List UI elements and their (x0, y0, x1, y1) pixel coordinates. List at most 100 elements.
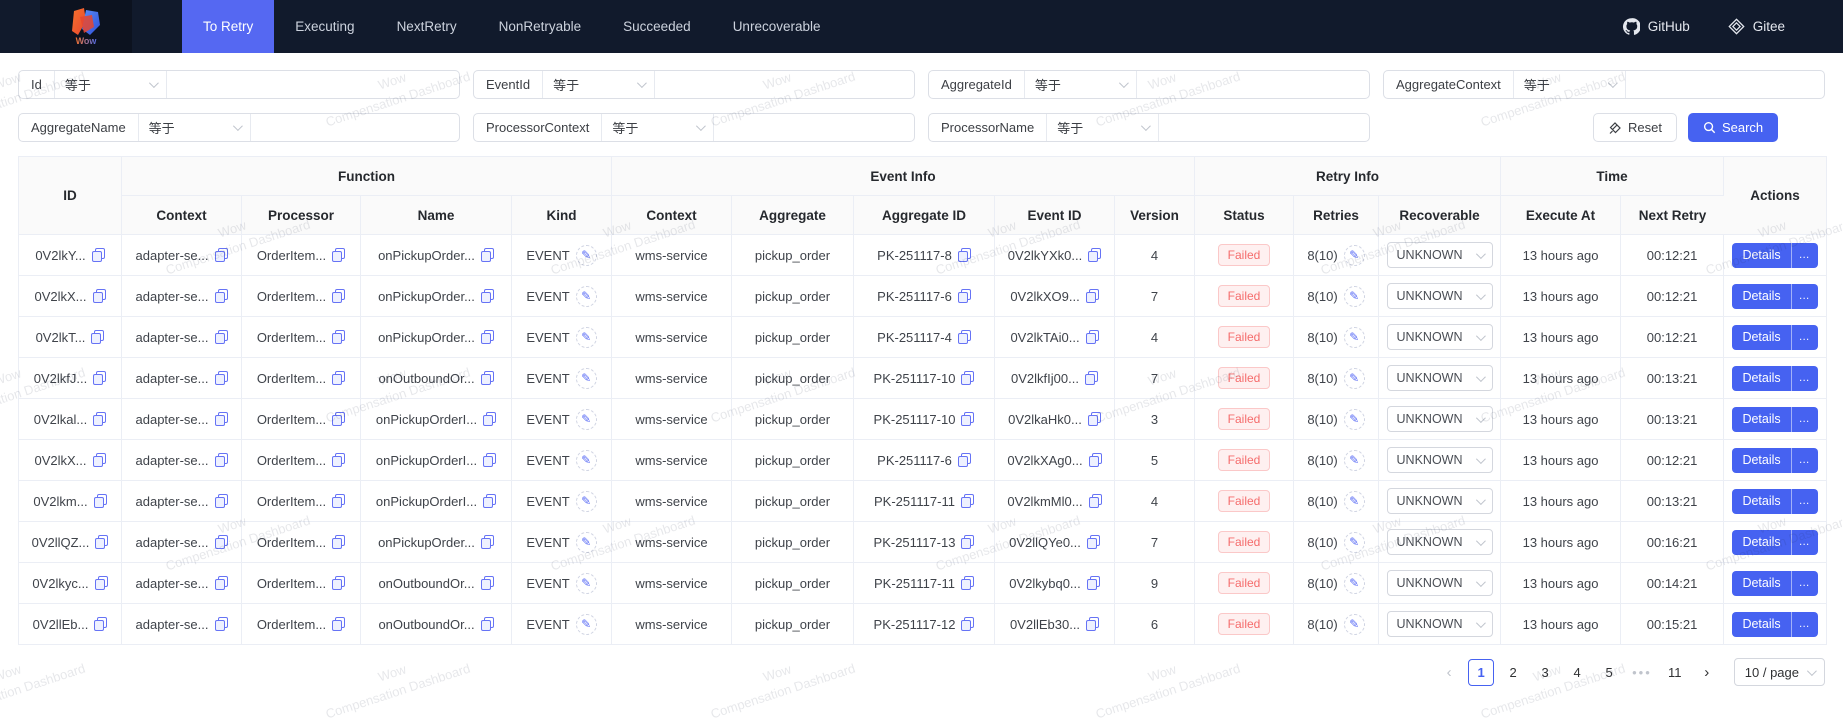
edit-pencil-icon[interactable]: ✎ (575, 449, 597, 471)
details-button[interactable]: Details (1732, 529, 1791, 555)
recoverable-select[interactable]: UNKNOWN (1386, 283, 1493, 309)
pagination-prev[interactable]: ‹ (1436, 659, 1462, 686)
reset-button[interactable]: Reset (1593, 113, 1677, 142)
copy-icon[interactable] (1084, 371, 1098, 385)
copy-icon[interactable] (480, 576, 494, 590)
edit-pencil-icon[interactable]: ✎ (1343, 572, 1365, 594)
copy-icon[interactable] (332, 371, 346, 385)
details-more-button[interactable]: … (1790, 529, 1818, 555)
copy-icon[interactable] (95, 535, 109, 549)
edit-pencil-icon[interactable]: ✎ (575, 572, 597, 594)
copy-icon[interactable] (480, 289, 494, 303)
copy-icon[interactable] (480, 617, 494, 631)
copy-icon[interactable] (214, 289, 228, 303)
filter-value-input[interactable] (714, 114, 914, 141)
copy-icon[interactable] (483, 494, 497, 508)
copy-icon[interactable] (332, 248, 346, 262)
copy-icon[interactable] (480, 535, 494, 549)
copy-icon[interactable] (961, 617, 975, 631)
copy-icon[interactable] (961, 535, 975, 549)
page-5[interactable]: 5 (1596, 659, 1622, 686)
page-2[interactable]: 2 (1500, 659, 1526, 686)
filter-value-input[interactable] (1159, 114, 1369, 141)
edit-pencil-icon[interactable]: ✎ (1343, 449, 1365, 471)
details-more-button[interactable]: … (1790, 447, 1818, 473)
copy-icon[interactable] (1086, 576, 1100, 590)
recoverable-select[interactable]: UNKNOWN (1386, 242, 1493, 268)
edit-pencil-icon[interactable]: ✎ (575, 367, 597, 389)
edit-pencil-icon[interactable]: ✎ (1343, 408, 1365, 430)
copy-icon[interactable] (1086, 617, 1100, 631)
details-more-button[interactable]: … (1790, 570, 1818, 596)
filter-operator-select[interactable]: 等于 (139, 114, 251, 141)
filter-operator-select[interactable]: 等于 (602, 114, 715, 141)
copy-icon[interactable] (93, 412, 107, 426)
filter-operator-select[interactable]: 等于 (55, 71, 167, 98)
edit-pencil-icon[interactable]: ✎ (1343, 326, 1365, 348)
recoverable-select[interactable]: UNKNOWN (1386, 570, 1493, 596)
search-button[interactable]: Search (1687, 113, 1779, 142)
details-button[interactable]: Details (1732, 488, 1791, 514)
details-more-button[interactable]: … (1790, 324, 1818, 350)
copy-icon[interactable] (214, 576, 228, 590)
page-1[interactable]: 1 (1468, 658, 1495, 686)
filter-value-input[interactable] (655, 71, 914, 98)
nav-tab[interactable]: Executing (274, 0, 375, 53)
copy-icon[interactable] (214, 453, 228, 467)
copy-icon[interactable] (960, 494, 974, 508)
copy-icon[interactable] (1088, 494, 1102, 508)
copy-icon[interactable] (480, 248, 494, 262)
copy-icon[interactable] (960, 576, 974, 590)
copy-icon[interactable] (480, 371, 494, 385)
copy-icon[interactable] (1088, 248, 1102, 262)
copy-icon[interactable] (961, 412, 975, 426)
copy-icon[interactable] (332, 535, 346, 549)
recoverable-select[interactable]: UNKNOWN (1386, 406, 1493, 432)
copy-icon[interactable] (961, 371, 975, 385)
copy-icon[interactable] (214, 535, 228, 549)
nav-tab[interactable]: NonRetryable (478, 0, 603, 53)
copy-icon[interactable] (214, 371, 228, 385)
copy-icon[interactable] (93, 371, 107, 385)
copy-icon[interactable] (957, 248, 971, 262)
page-3[interactable]: 3 (1532, 659, 1558, 686)
details-more-button[interactable]: … (1790, 488, 1818, 514)
edit-pencil-icon[interactable]: ✎ (1343, 490, 1365, 512)
copy-icon[interactable] (94, 576, 108, 590)
copy-icon[interactable] (1085, 330, 1099, 344)
edit-pencil-icon[interactable]: ✎ (1343, 244, 1365, 266)
details-button[interactable]: Details (1732, 365, 1791, 391)
filter-operator-select[interactable]: 等于 (1514, 71, 1626, 98)
details-button[interactable]: Details (1732, 570, 1791, 596)
copy-icon[interactable] (332, 289, 346, 303)
filter-value-input[interactable] (1136, 71, 1369, 98)
nav-tab[interactable]: Succeeded (602, 0, 712, 53)
copy-icon[interactable] (332, 330, 346, 344)
edit-pencil-icon[interactable]: ✎ (575, 244, 597, 266)
nav-tab[interactable]: Unrecoverable (712, 0, 842, 53)
details-more-button[interactable]: … (1790, 283, 1818, 309)
details-more-button[interactable]: … (1790, 611, 1818, 637)
copy-icon[interactable] (214, 617, 228, 631)
copy-icon[interactable] (332, 453, 346, 467)
recoverable-select[interactable]: UNKNOWN (1386, 488, 1493, 514)
app-logo[interactable]: Wow (40, 0, 132, 53)
copy-icon[interactable] (214, 494, 228, 508)
details-more-button[interactable]: … (1790, 406, 1818, 432)
edit-pencil-icon[interactable]: ✎ (575, 613, 597, 635)
copy-icon[interactable] (957, 453, 971, 467)
copy-icon[interactable] (214, 248, 228, 262)
copy-icon[interactable] (92, 453, 106, 467)
details-button[interactable]: Details (1732, 242, 1791, 268)
copy-icon[interactable] (1088, 453, 1102, 467)
copy-icon[interactable] (1085, 289, 1099, 303)
edit-pencil-icon[interactable]: ✎ (1343, 285, 1365, 307)
copy-icon[interactable] (332, 494, 346, 508)
copy-icon[interactable] (480, 330, 494, 344)
copy-icon[interactable] (332, 576, 346, 590)
edit-pencil-icon[interactable]: ✎ (575, 490, 597, 512)
filter-operator-select[interactable]: 等于 (1025, 71, 1137, 98)
copy-icon[interactable] (214, 330, 228, 344)
edit-pencil-icon[interactable]: ✎ (1343, 531, 1365, 553)
details-more-button[interactable]: … (1790, 365, 1818, 391)
